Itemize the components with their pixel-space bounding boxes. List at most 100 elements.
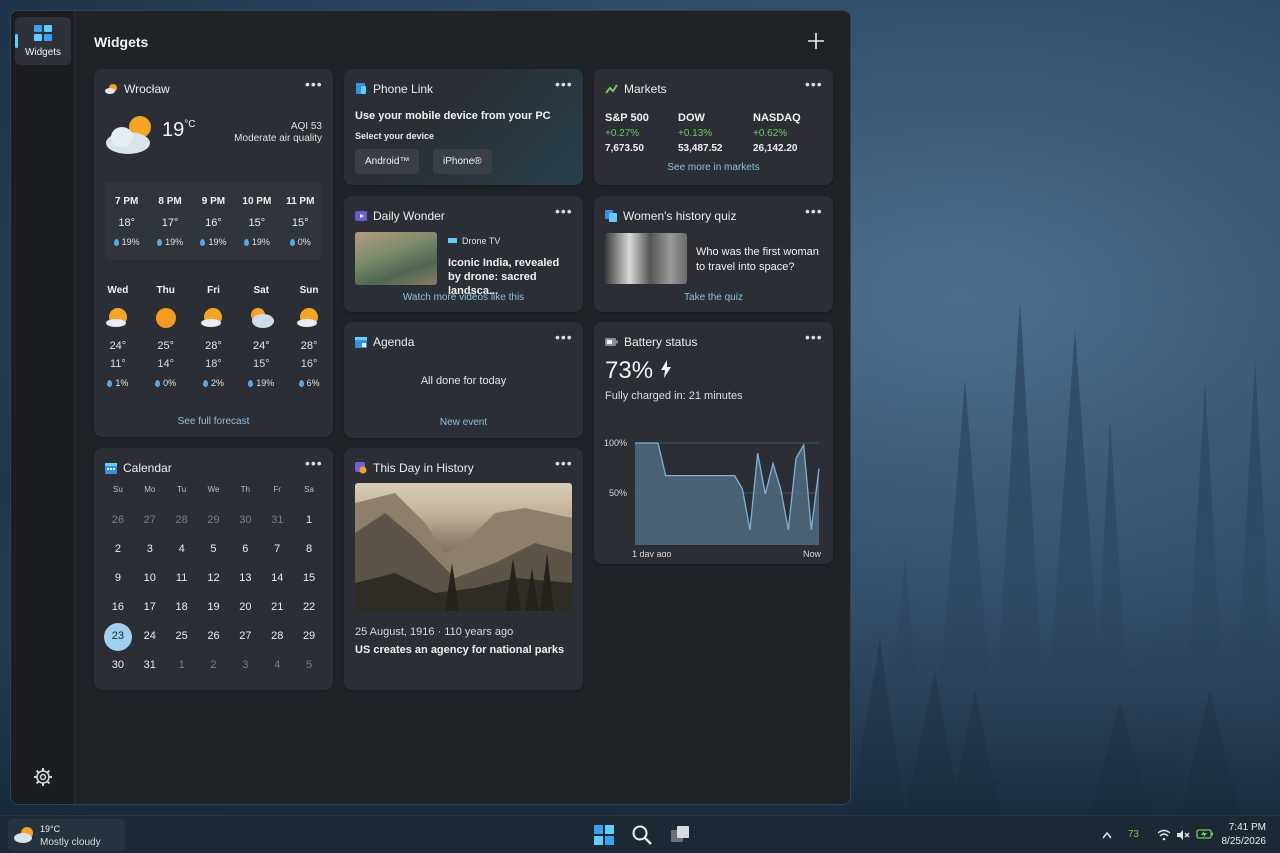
see-more-markets-link[interactable]: See more in markets xyxy=(594,162,833,173)
calendar-day[interactable]: 15 xyxy=(293,564,325,593)
iphone-button[interactable]: iPhone® xyxy=(433,149,492,174)
weather-card[interactable]: Wrocław ••• 19°C AQI 53 Moderate air qua… xyxy=(94,69,333,437)
agenda-card[interactable]: Agenda ••• All done for today New event xyxy=(344,322,583,438)
video-thumbnail[interactable] xyxy=(355,232,437,285)
calendar-day[interactable]: 3 xyxy=(229,651,261,680)
calendar-day[interactable]: 2 xyxy=(102,535,134,564)
chevron-up-icon[interactable] xyxy=(1101,830,1113,840)
calendar-day[interactable]: 16 xyxy=(102,593,134,622)
see-full-forecast-link[interactable]: See full forecast xyxy=(94,416,333,427)
watch-more-videos-link[interactable]: Watch more videos like this xyxy=(344,292,583,303)
battery-header: Battery status xyxy=(605,334,697,350)
calendar-day[interactable]: 1 xyxy=(166,651,198,680)
calendar-day-number: 8 xyxy=(306,543,313,555)
calendar-day[interactable]: 29 xyxy=(293,622,325,651)
calendar-day[interactable]: 4 xyxy=(261,651,293,680)
take-quiz-link[interactable]: Take the quiz xyxy=(594,292,833,303)
calendar-day[interactable]: 21 xyxy=(261,593,293,622)
calendar-day[interactable]: 10 xyxy=(134,564,166,593)
weather-more-button[interactable]: ••• xyxy=(305,77,322,93)
task-view-icon[interactable] xyxy=(669,824,691,846)
calendar-day[interactable]: 25 xyxy=(166,622,198,651)
tray-indicator-count[interactable]: 73 xyxy=(1128,829,1139,840)
wifi-icon[interactable] xyxy=(1157,829,1171,841)
daily-wonder-more-button[interactable]: ••• xyxy=(555,204,572,220)
calendar-day[interactable]: 11 xyxy=(166,564,198,593)
quiz-more-button[interactable]: ••• xyxy=(805,204,822,220)
history-header: This Day in History xyxy=(355,460,474,476)
calendar-day[interactable]: 13 xyxy=(229,564,261,593)
calendar-day[interactable]: 12 xyxy=(198,564,230,593)
calendar-day[interactable]: 28 xyxy=(261,622,293,651)
history-photo[interactable] xyxy=(355,483,572,611)
calendar-day[interactable]: 20 xyxy=(229,593,261,622)
video-play-icon xyxy=(355,211,367,221)
calendar-day[interactable]: 5 xyxy=(198,535,230,564)
calendar-card[interactable]: Calendar ••• Su Mo Tu We Th Fr Sa 26 27 28 29 30 31 1… xyxy=(94,448,333,690)
calendar-day-number: 29 xyxy=(302,630,316,642)
quiz-question[interactable]: Who was the first woman to travel into s… xyxy=(696,245,826,275)
raindrop-icon xyxy=(248,380,254,387)
calendar-day[interactable]: 3 xyxy=(134,535,166,564)
calendar-day[interactable]: 27 xyxy=(134,506,166,535)
history-more-button[interactable]: ••• xyxy=(555,456,572,472)
taskbar-weather-button[interactable]: 19°C Mostly cloudy xyxy=(8,819,125,851)
day-precip: 0% xyxy=(163,378,177,388)
history-headline[interactable]: US creates an agency for national parks xyxy=(355,644,564,656)
battery-more-button[interactable]: ••• xyxy=(805,330,822,346)
calendar-day[interactable]: 1 xyxy=(293,506,325,535)
history-card[interactable]: This Day in History ••• 25 August, 1916 … xyxy=(344,448,583,690)
phone-link-more-button[interactable]: ••• xyxy=(555,77,572,93)
calendar-day[interactable]: 30 xyxy=(102,651,134,680)
calendar-day-today[interactable]: 23 xyxy=(102,622,134,651)
history-title: This Day in History xyxy=(373,461,474,475)
quiz-card[interactable]: Women's history quiz ••• Who was the fir… xyxy=(594,196,833,312)
calendar-more-button[interactable]: ••• xyxy=(305,456,322,472)
new-event-link[interactable]: New event xyxy=(344,417,583,428)
calendar-day[interactable]: 30 xyxy=(229,506,261,535)
markets-more-button[interactable]: ••• xyxy=(805,77,822,93)
calendar-day[interactable]: 17 xyxy=(134,593,166,622)
settings-gear-icon[interactable] xyxy=(33,767,53,787)
phone-link-card[interactable]: Phone Link ••• Use your mobile device fr… xyxy=(344,69,583,185)
calendar-day[interactable]: 8 xyxy=(293,535,325,564)
start-windows-icon[interactable] xyxy=(593,824,615,846)
calendar-day[interactable]: 31 xyxy=(261,506,293,535)
calendar-day[interactable]: 31 xyxy=(134,651,166,680)
calendar-day[interactable]: 7 xyxy=(261,535,293,564)
calendar-day[interactable]: 19 xyxy=(198,593,230,622)
calendar-day[interactable]: 24 xyxy=(134,622,166,651)
market-item[interactable]: DOW +0.13% 53,487.52 xyxy=(678,111,723,156)
markets-card[interactable]: Markets ••• S&P 500 +0.27% 7,673.50 DOW … xyxy=(594,69,833,185)
calendar-day[interactable]: 27 xyxy=(229,622,261,651)
battery-card[interactable]: Battery status ••• 73% Fully charged in:… xyxy=(594,322,833,564)
calendar-day[interactable]: 28 xyxy=(166,506,198,535)
android-button[interactable]: Android™ xyxy=(355,149,420,174)
add-widget-button[interactable] xyxy=(804,29,828,53)
market-item[interactable]: S&P 500 +0.27% 7,673.50 xyxy=(605,111,649,156)
calendar-day[interactable]: 9 xyxy=(102,564,134,593)
calendar-day[interactable]: 26 xyxy=(102,506,134,535)
weekday-header: Th xyxy=(240,485,251,494)
search-icon[interactable] xyxy=(631,824,653,846)
calendar-day[interactable]: 4 xyxy=(166,535,198,564)
calendar-day[interactable]: 22 xyxy=(293,593,325,622)
market-item[interactable]: NASDAQ +0.62% 26,142.20 xyxy=(753,111,801,156)
day-name: Thu xyxy=(156,285,175,296)
calendar-day[interactable]: 5 xyxy=(293,651,325,680)
agenda-more-button[interactable]: ••• xyxy=(555,330,572,346)
agenda-header: Agenda xyxy=(355,334,414,350)
battery-charging-icon[interactable] xyxy=(1196,828,1214,840)
calendar-day[interactable]: 2 xyxy=(198,651,230,680)
raindrop-icon xyxy=(200,239,206,246)
volume-muted-icon[interactable] xyxy=(1176,829,1190,841)
rail-widgets-tab[interactable]: Widgets xyxy=(15,17,71,65)
calendar-day[interactable]: 29 xyxy=(198,506,230,535)
calendar-day[interactable]: 18 xyxy=(166,593,198,622)
calendar-day[interactable]: 26 xyxy=(198,622,230,651)
taskbar-clock[interactable]: 7:41 PM 8/25/2026 xyxy=(1222,821,1267,849)
clock-date: 8/25/2026 xyxy=(1221,836,1267,847)
daily-wonder-card[interactable]: Daily Wonder ••• Drone TV Iconic India, … xyxy=(344,196,583,312)
calendar-day[interactable]: 6 xyxy=(229,535,261,564)
calendar-day[interactable]: 14 xyxy=(261,564,293,593)
